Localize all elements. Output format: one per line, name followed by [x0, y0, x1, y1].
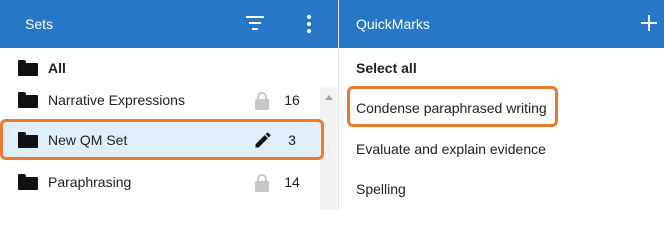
select-all-label: Select all [356, 60, 417, 76]
set-item-new-qm-set[interactable]: New QM Set 3 [0, 120, 320, 160]
sets-scrollbar[interactable] [320, 87, 337, 210]
set-item-label: Paraphrasing [48, 174, 132, 190]
quickmark-item-label: Evaluate and explain evidence [356, 141, 546, 157]
quickmarks-header: QuickMarks [339, 0, 664, 48]
lock-icon [255, 174, 269, 192]
quickmarks-title: QuickMarks [356, 16, 430, 32]
folder-icon [18, 132, 38, 148]
set-item-narrative-expressions[interactable]: Narrative Expressions 16 [0, 80, 320, 120]
sets-panel: Sets All Narrative Expressions 16 New QM… [0, 0, 338, 210]
folder-icon [18, 174, 38, 190]
pencil-icon[interactable] [253, 130, 273, 150]
folder-icon [18, 60, 38, 76]
quickmark-item-evaluate[interactable]: Evaluate and explain evidence [339, 129, 664, 169]
set-item-label: New QM Set [48, 132, 128, 148]
add-icon[interactable] [640, 14, 658, 32]
scroll-up-arrow-icon[interactable] [325, 95, 333, 100]
quickmark-item-label: Spelling [356, 181, 406, 197]
quickmark-item-label: Condense paraphrased writing [356, 100, 547, 116]
quickmark-item-condense[interactable]: Condense paraphrased writing [339, 88, 664, 128]
select-all-button[interactable]: Select all [339, 48, 664, 88]
quickmarks-panel: QuickMarks Select all Condense paraphras… [339, 0, 664, 210]
set-item-label: All [48, 60, 66, 76]
lock-icon [255, 92, 269, 110]
quickmark-item-spelling[interactable]: Spelling [339, 169, 664, 209]
set-item-count: 3 [288, 132, 296, 148]
set-item-count: 16 [284, 92, 300, 108]
sets-title: Sets [25, 16, 54, 32]
set-item-count: 14 [284, 174, 300, 190]
folder-icon [18, 92, 38, 108]
filter-icon[interactable] [245, 16, 265, 32]
sets-header: Sets [0, 0, 338, 48]
set-item-paraphrasing[interactable]: Paraphrasing 14 [0, 162, 320, 202]
more-vert-icon[interactable] [303, 15, 315, 33]
set-item-label: Narrative Expressions [48, 92, 185, 108]
